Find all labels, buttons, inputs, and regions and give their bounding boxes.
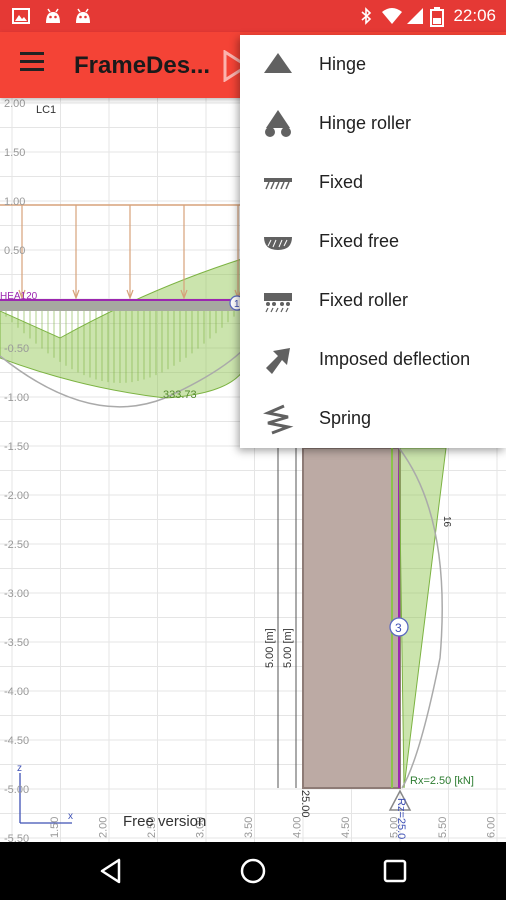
y-tick-label: -5.50 [4, 833, 29, 842]
hinge-roller-icon [265, 110, 291, 137]
wifi-icon [382, 8, 402, 24]
column-value-label: 25.00 [299, 790, 311, 818]
reaction-label: Rx=2.50 [kN] [410, 775, 474, 787]
z-axis-label: z [17, 763, 22, 774]
y-tick-label: -0.50 [4, 343, 29, 355]
android-icon [46, 8, 60, 23]
menu-item-label: Fixed [319, 172, 364, 192]
support-type-menu: Hinge Hinge roller Fixed Fixed free Fixe… [240, 35, 506, 448]
signal-icon [407, 8, 423, 24]
battery-icon [430, 7, 444, 27]
y-tick-label: -1.50 [4, 441, 29, 453]
imposed-deflection-icon [266, 348, 290, 374]
y-tick-label: -2.50 [4, 539, 29, 551]
x-tick-label: 3.50 [243, 817, 255, 838]
x-tick-label: 5.00 [389, 817, 401, 838]
node-3-label: 3 [395, 621, 402, 635]
x-tick-label: 2.00 [98, 817, 110, 838]
menu-item-fixed-free[interactable]: Fixed free [240, 212, 506, 271]
fixed-roller-icon [264, 293, 292, 313]
y-tick-label: 1.50 [4, 147, 25, 159]
column-member [302, 447, 401, 789]
app-title: FrameDes... [74, 52, 211, 79]
y-tick-label: -3.00 [4, 588, 29, 600]
fixed-icon [264, 178, 292, 190]
hamburger-menu-icon[interactable] [20, 52, 50, 80]
y-tick-label: -4.00 [4, 686, 29, 698]
x-tick-label: 6.00 [486, 817, 498, 838]
x-tick-label: 1.50 [49, 817, 61, 838]
y-tick-label: 0.50 [4, 245, 25, 257]
status-clock: 22:06 [453, 6, 496, 25]
y-tick-label: 1.00 [4, 196, 25, 208]
menu-item-hinge-roller[interactable]: Hinge roller [240, 94, 506, 153]
y-tick-label: -2.00 [4, 490, 29, 502]
dimension-label-2: 5.00 [m] [282, 628, 294, 668]
home-icon[interactable] [238, 856, 268, 886]
menu-item-fixed-roller[interactable]: Fixed roller [240, 271, 506, 330]
beam-section-label: HEA120 [0, 291, 38, 302]
x-tick-label: 4.00 [292, 817, 304, 838]
menu-item-spring[interactable]: Spring [240, 389, 506, 448]
bluetooth-icon [361, 7, 372, 25]
y-tick-label: 2.00 [4, 98, 25, 110]
beam-moment-diagram [0, 257, 246, 399]
column-diagram-value: 16 [441, 516, 452, 528]
y-tick-label: -3.50 [4, 637, 29, 649]
menu-item-label: Spring [319, 408, 372, 428]
fixed-free-icon [264, 237, 292, 250]
spring-icon [263, 404, 294, 435]
dimension-label-1: 5.00 [m] [264, 628, 276, 668]
back-icon[interactable] [97, 856, 127, 886]
recents-icon[interactable] [380, 856, 410, 886]
x-tick-label: 4.50 [340, 817, 352, 838]
menu-item-label: Fixed free [319, 231, 400, 251]
android-icon [76, 8, 90, 23]
status-bar: 22:06 [0, 0, 506, 32]
menu-item-label: Hinge roller [319, 113, 412, 133]
menu-item-fixed[interactable]: Fixed [240, 153, 506, 212]
y-tick-label: -4.50 [4, 735, 29, 747]
menu-item-imposed-deflection[interactable]: Imposed deflection [240, 330, 506, 389]
menu-item-hinge[interactable]: Hinge [240, 35, 506, 94]
menu-item-label: Imposed deflection [319, 349, 471, 369]
free-version-label: Free version [123, 813, 207, 830]
hinge-icon [264, 53, 292, 73]
menu-item-label: Hinge [319, 54, 367, 74]
navigation-bar [0, 842, 506, 900]
menu-item-label: Fixed roller [319, 290, 409, 310]
load-case-label: LC1 [36, 104, 57, 116]
moment-value-label: 333.73 [163, 389, 197, 401]
x-tick-label: 5.50 [437, 817, 449, 838]
y-tick-label: -1.00 [4, 392, 29, 404]
x-axis-label: x [68, 811, 73, 822]
y-tick-label: -5.00 [4, 784, 29, 796]
image-icon [12, 8, 30, 24]
